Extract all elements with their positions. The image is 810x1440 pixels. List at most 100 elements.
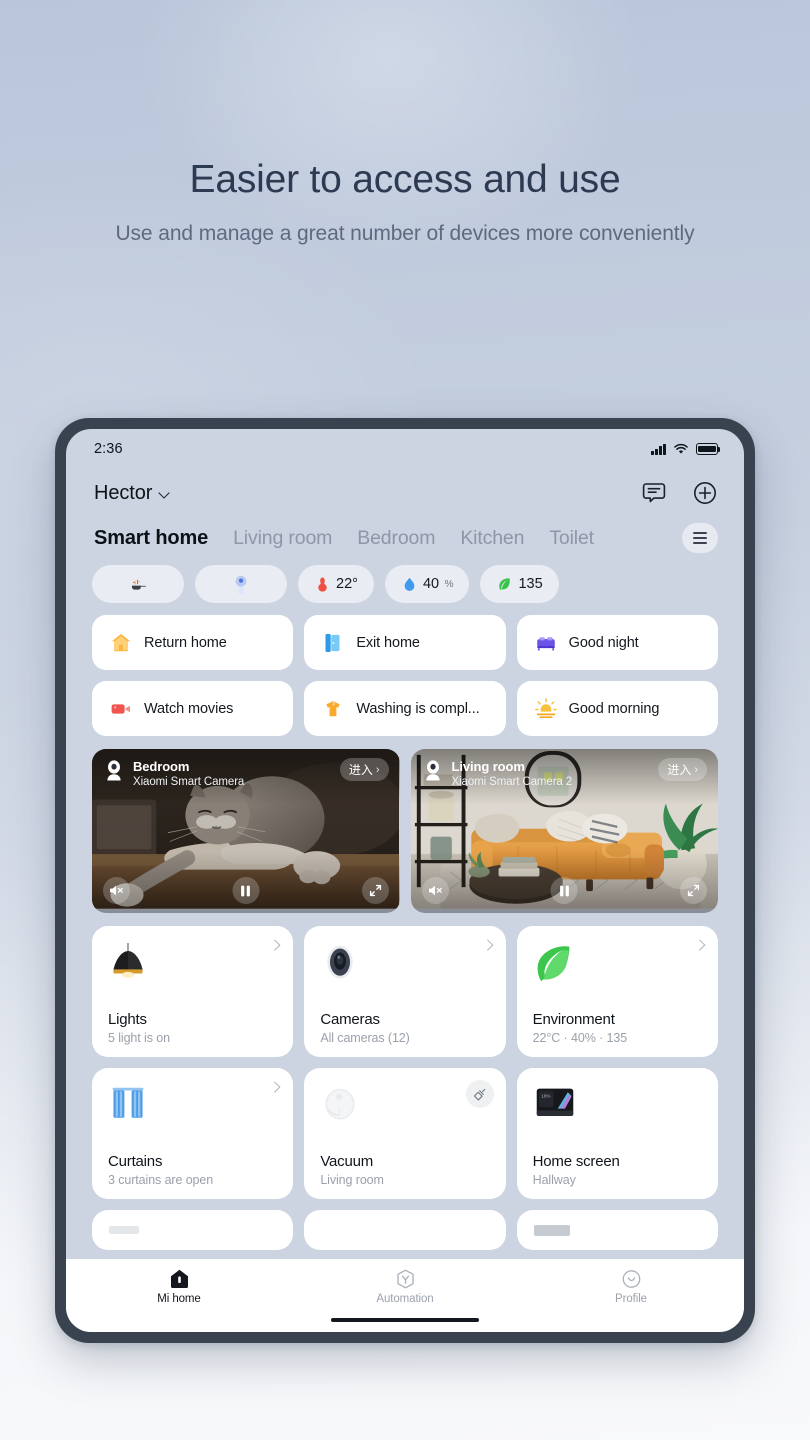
tab-kitchen[interactable]: Kitchen <box>460 527 524 550</box>
water-drop-icon <box>404 577 415 591</box>
camera-enter-button[interactable]: 进入 › <box>658 758 707 781</box>
bottom-navigation: Mi home Automation Profile <box>66 1259 744 1332</box>
battery-icon <box>696 443 721 455</box>
device-card-vacuum[interactable]: Vacuum Living room <box>304 1068 506 1199</box>
camera-pause-button[interactable] <box>550 877 578 904</box>
device-card-text: Lights 5 light is on <box>108 1011 277 1045</box>
device-subtitle: 3 curtains are open <box>108 1173 214 1187</box>
scene-label: Good night <box>568 634 639 651</box>
curtains-icon <box>112 1087 144 1118</box>
device-title: Lights <box>108 1011 147 1028</box>
laundry-shirt-icon <box>326 700 340 716</box>
nav-label: Profile <box>615 1293 647 1305</box>
device-card-home-screen[interactable]: 18% Home screen Hallway <box>516 1068 718 1199</box>
camera-card-living-room[interactable]: Living room Xiaomi Smart Camera 2 进入 › <box>410 749 718 913</box>
camera-enter-label: 进入 <box>348 763 373 777</box>
device-cards-grid: Lights 5 light is on Cameras All cameras… <box>92 926 718 1250</box>
camera-mute-button[interactable] <box>421 877 449 904</box>
scene-good-morning[interactable]: Good morning <box>516 681 718 736</box>
security-camera-icon <box>327 945 354 979</box>
home-selector[interactable]: Hector <box>94 482 169 505</box>
app-header: Hector <box>66 469 744 517</box>
scene-return-home[interactable]: Return home <box>92 615 294 670</box>
house-icon <box>111 633 131 651</box>
sunrise-icon <box>534 697 557 718</box>
chip-temperature[interactable]: 22° <box>298 565 374 603</box>
pause-icon <box>241 885 251 896</box>
pause-icon <box>559 885 569 896</box>
fullscreen-icon <box>369 884 381 897</box>
nav-label: Automation <box>376 1293 434 1305</box>
device-card-partial[interactable] <box>304 1210 506 1250</box>
device-title: Curtains <box>108 1153 163 1170</box>
device-card-environment[interactable]: Environment 22°C · 40% · 135 <box>516 926 718 1057</box>
smart-display-icon: 18% <box>536 1088 573 1116</box>
chip-humidity[interactable]: 40% <box>384 565 470 603</box>
nav-item-profile[interactable]: Profile <box>576 1268 686 1305</box>
device-card-cameras[interactable]: Cameras All cameras (12) <box>304 926 506 1057</box>
device-subtitle: All cameras (12) <box>320 1031 410 1045</box>
chevron-right-icon[interactable] <box>271 941 279 949</box>
vacuum-clean-button[interactable] <box>465 1080 494 1108</box>
camera-name: Bedroom <box>133 759 190 774</box>
add-icon[interactable] <box>692 480 718 506</box>
chevron-right-icon[interactable] <box>484 941 492 949</box>
scene-label: Washing is compl... <box>356 700 480 717</box>
camera-fullscreen-button[interactable] <box>361 877 389 904</box>
nav-item-automation[interactable]: Automation <box>350 1268 460 1305</box>
tab-smart-home[interactable]: Smart home <box>94 527 208 550</box>
robot-vacuum-icon <box>325 1088 355 1120</box>
message-icon[interactable] <box>641 480 667 506</box>
device-title: Cameras <box>320 1011 380 1028</box>
device-card-partial[interactable] <box>92 1210 294 1250</box>
camera-name: Living room <box>451 759 525 774</box>
scene-watch-movies[interactable]: Watch movies <box>92 681 294 736</box>
automation-icon <box>395 1268 416 1289</box>
device-card-lights[interactable]: Lights 5 light is on <box>92 926 294 1057</box>
chip-light[interactable] <box>195 565 287 603</box>
tab-toilet[interactable]: Toilet <box>549 527 594 550</box>
camera-enter-button[interactable]: 进入 › <box>339 758 389 781</box>
status-time: 2:36 <box>94 441 123 457</box>
camera-device-icon <box>107 760 121 781</box>
room-tabs-row: Smart home Living room Bedroom Kitchen T… <box>66 517 744 553</box>
device-title: Home screen <box>532 1153 620 1170</box>
camera-card-bedroom[interactable]: Bedroom Xiaomi Smart Camera 进入 › <box>92 749 400 913</box>
camera-device-name: Xiaomi Smart Camera <box>133 776 245 789</box>
scenes-grid: Return home Exit home Good night Watch m… <box>92 615 718 736</box>
page-subtitle: Use and manage a great number of devices… <box>115 221 695 245</box>
profile-icon <box>621 1268 642 1289</box>
camera-pause-button[interactable] <box>232 877 260 904</box>
scene-good-night[interactable]: Good night <box>516 615 718 670</box>
scene-washing-complete[interactable]: Washing is compl... <box>304 681 506 736</box>
scene-label: Watch movies <box>144 700 234 717</box>
hamburger-menu-icon[interactable] <box>682 523 718 553</box>
device-card-text: Home screen Hallway <box>533 1153 702 1187</box>
fullscreen-icon <box>687 884 700 897</box>
scene-exit-home[interactable]: Exit home <box>304 615 506 670</box>
chip-air-quality[interactable]: 135 <box>480 565 559 603</box>
bed-icon <box>536 636 555 651</box>
camera-mute-button[interactable] <box>103 877 130 904</box>
mute-icon <box>110 885 123 896</box>
camera-cards: Bedroom Xiaomi Smart Camera 进入 › Living … <box>92 749 718 913</box>
device-card-curtains[interactable]: Curtains 3 curtains are open <box>92 1068 294 1199</box>
wifi-icon <box>674 443 688 454</box>
app-content: 22° 40% 135 Return home Exit home Good n… <box>66 553 744 1332</box>
home-icon <box>169 1268 190 1289</box>
device-card-partial[interactable] <box>516 1210 718 1250</box>
nav-item-mi-home[interactable]: Mi home <box>124 1268 234 1305</box>
camera-fullscreen-button[interactable] <box>680 877 707 904</box>
chevron-right-icon[interactable] <box>696 941 704 949</box>
tab-bedroom[interactable]: Bedroom <box>357 527 435 550</box>
chevron-right-icon[interactable] <box>271 1083 279 1091</box>
pendant-lamp-icon <box>113 943 143 978</box>
chip-temperature-value: 22° <box>336 576 358 592</box>
chip-humidity-unit: % <box>444 578 454 590</box>
camera-device-name: Xiaomi Smart Camera 2 <box>451 776 573 789</box>
tab-living-room[interactable]: Living room <box>233 527 332 550</box>
chevron-right-icon: › <box>375 763 380 776</box>
device-title: Environment <box>532 1011 615 1028</box>
chip-cooking[interactable] <box>92 565 184 603</box>
status-icons <box>651 443 721 455</box>
